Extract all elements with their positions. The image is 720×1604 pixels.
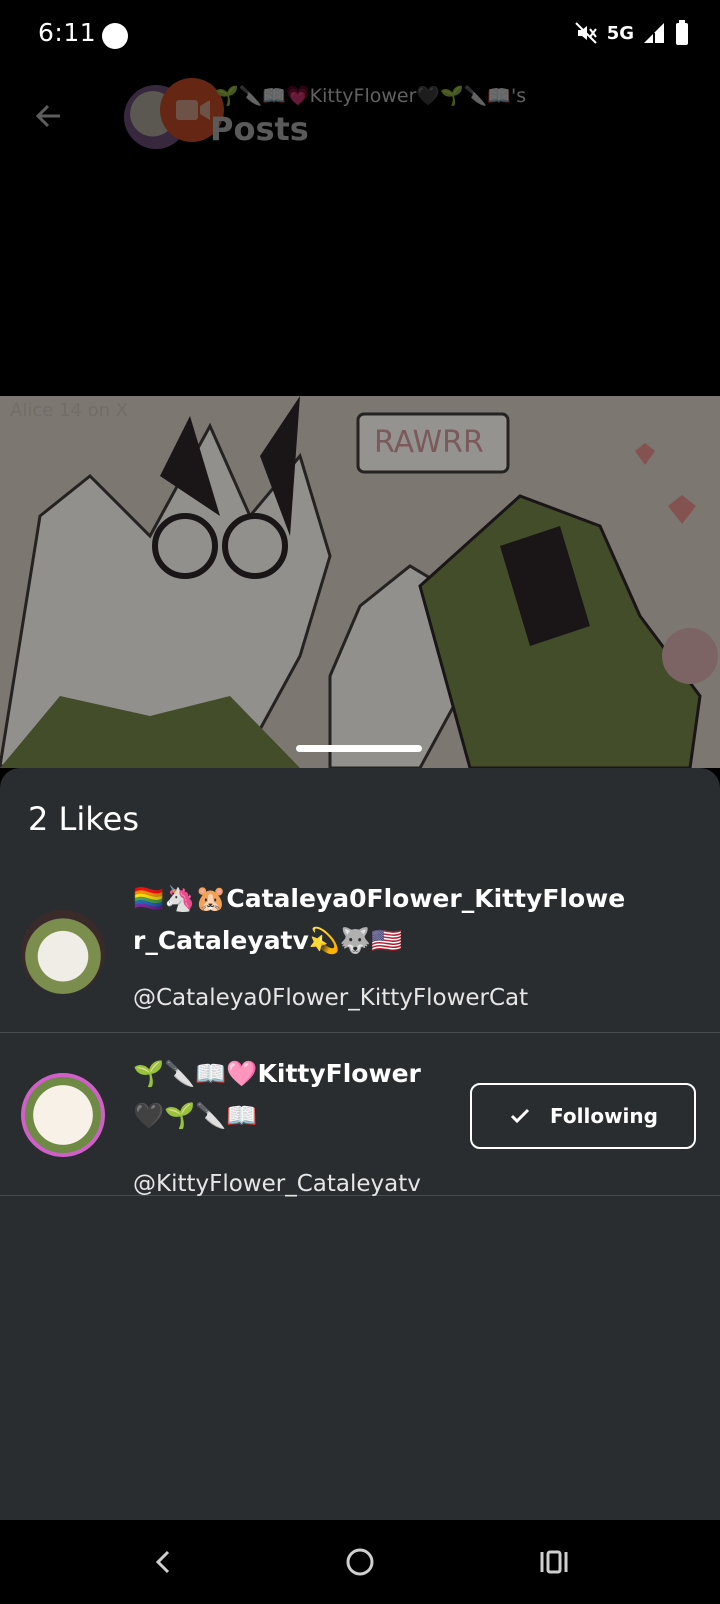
avatar[interactable]	[21, 1073, 105, 1157]
status-time: 6:11	[38, 18, 97, 47]
name-line: 🏳️‍🌈🦄🐹Cataleya0Flower_KittyFlowe	[133, 884, 626, 913]
name-line: 🌱🔪📖🩷KittyFlower	[133, 1059, 421, 1088]
nav-recents-icon[interactable]	[530, 1538, 578, 1586]
user-display-name: 🌱🔪📖🩷KittyFlower 🖤🌱🔪📖	[133, 1053, 453, 1137]
status-icons: 5G	[573, 20, 690, 46]
signal-icon	[644, 23, 664, 43]
back-arrow-icon[interactable]	[30, 98, 66, 134]
name-line: r_Cataleyatv💫🐺🇺🇸	[133, 926, 403, 955]
user-handle: @Cataleya0Flower_KittyFlowerCat	[133, 985, 529, 1011]
header-title: 🌱🔪📖💗KittyFlower🖤🌱🔪📖's	[215, 85, 527, 107]
artwork-speech-text: RAWRR	[374, 425, 484, 460]
silent-icon	[574, 22, 597, 44]
like-row[interactable]: 🏳️‍🌈🦄🐹Cataleya0Flower_KittyFlowe r_Catal…	[0, 872, 720, 1033]
nav-back-icon[interactable]	[140, 1538, 188, 1586]
likes-title: 2 Likes	[28, 800, 139, 838]
battery-icon	[676, 20, 688, 45]
artwork-dim-overlay	[0, 396, 720, 768]
avatar[interactable]	[21, 910, 105, 994]
post-header: 🌱🔪📖💗KittyFlower🖤🌱🔪📖's Posts	[0, 70, 720, 160]
header-subtitle: Posts	[210, 110, 309, 148]
following-button[interactable]: Following	[470, 1083, 696, 1149]
following-label: Following	[550, 1104, 658, 1128]
artwork-corner-text: Alice 14 on X	[10, 400, 129, 421]
user-handle: @KittyFlower_Cataleyatv	[133, 1171, 421, 1197]
like-row[interactable]: 🌱🔪📖🩷KittyFlower 🖤🌱🔪📖 @KittyFlower_Catale…	[0, 1033, 720, 1197]
user-display-name: 🏳️‍🌈🦄🐹Cataleya0Flower_KittyFlowe r_Catal…	[133, 878, 693, 962]
notification-dot-icon	[102, 23, 128, 49]
nav-home-icon[interactable]	[336, 1538, 384, 1586]
sheet-drag-handle[interactable]	[296, 745, 422, 752]
post-artwork	[0, 396, 720, 768]
name-line: 🖤🌱🔪📖	[133, 1101, 258, 1130]
status-bar: 6:11 5G	[0, 0, 720, 70]
likes-sheet: 2 Likes 🏳️‍🌈🦄🐹Cataleya0Flower_KittyFlowe…	[0, 768, 720, 1520]
system-nav-bar	[0, 1520, 720, 1604]
network-label: 5G	[606, 22, 634, 44]
check-icon	[510, 1108, 530, 1124]
